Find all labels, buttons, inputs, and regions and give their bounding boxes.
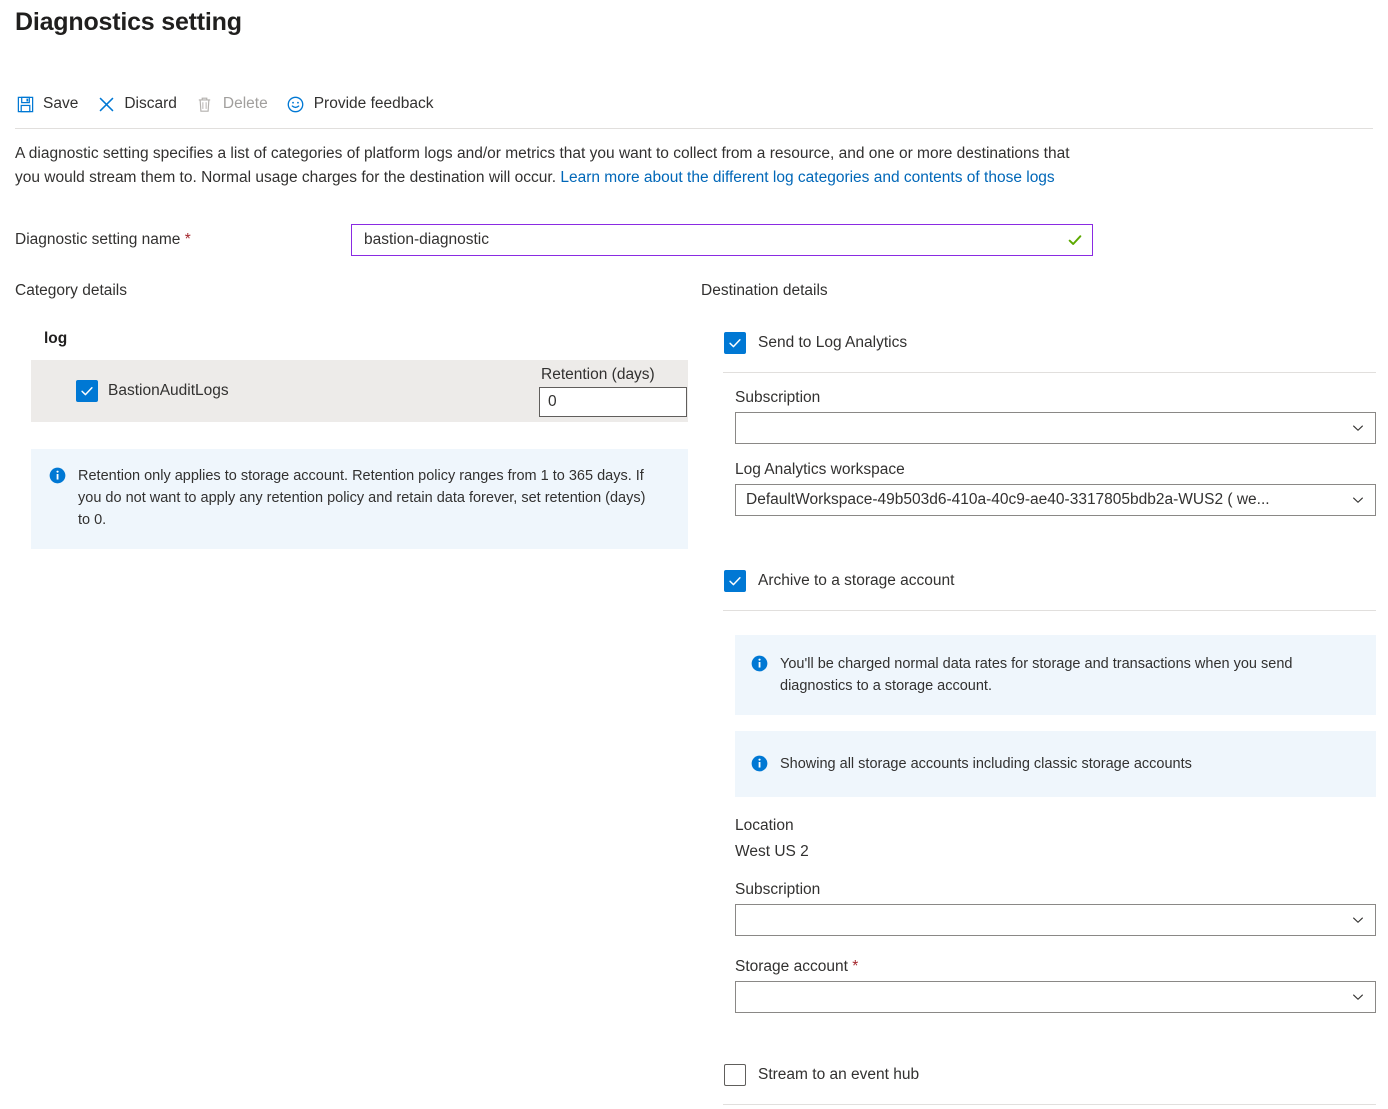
send-to-log-analytics-row[interactable]: Send to Log Analytics — [723, 328, 1376, 358]
la-workspace-label: Log Analytics workspace — [735, 461, 905, 478]
storage-showing-info-text: Showing all storage accounts including c… — [780, 756, 1192, 772]
storage-location-label: Location — [735, 817, 794, 834]
info-icon — [751, 655, 768, 672]
delete-icon — [195, 94, 215, 114]
storage-subscription-label: Subscription — [735, 881, 821, 898]
send-to-log-analytics-checkbox[interactable] — [724, 332, 746, 354]
storage-showing-info-box: Showing all storage accounts including c… — [735, 731, 1376, 797]
destination-details-panel: Send to Log Analytics Subscription Log A… — [723, 328, 1376, 1105]
la-subscription-label: Subscription — [735, 389, 821, 406]
category-group-title: log — [44, 330, 68, 347]
feedback-icon — [286, 94, 306, 114]
retention-days-header: Retention (days) — [541, 365, 655, 383]
discard-icon — [96, 94, 116, 114]
command-bar: Save Discard Delete Provide feedback — [15, 88, 451, 120]
provide-feedback-button[interactable]: Provide feedback — [286, 88, 434, 120]
log-analytics-divider — [723, 372, 1376, 373]
la-subscription-group: Subscription — [735, 389, 1376, 444]
toolbar-divider — [15, 128, 1373, 129]
la-subscription-select[interactable] — [735, 412, 1376, 444]
table-row: BastionAuditLogs Retention (days) — [31, 360, 688, 422]
discard-label: Discard — [124, 95, 177, 112]
event-hub-divider — [723, 1104, 1376, 1105]
category-details-panel: log BastionAuditLogs Retention (days) — [31, 330, 688, 422]
delete-label: Delete — [222, 95, 268, 112]
storage-subscription-group: Subscription — [735, 881, 1376, 936]
storage-location-group: Location West US 2 — [735, 817, 1376, 861]
retention-days-input[interactable] — [539, 386, 687, 417]
storage-account-group: Storage account * — [735, 958, 1376, 1013]
storage-charges-info-box: You'll be charged normal data rates for … — [735, 635, 1376, 715]
destination-details-heading: Destination details — [701, 282, 828, 299]
required-asterisk: * — [852, 958, 859, 975]
chevron-down-icon — [1351, 990, 1365, 1004]
la-workspace-group: Log Analytics workspace DefaultWorkspace… — [735, 461, 1376, 516]
provide-feedback-label: Provide feedback — [313, 95, 434, 112]
archive-to-storage-label: Archive to a storage account — [758, 572, 955, 589]
storage-account-label: Storage account * — [735, 958, 1376, 976]
required-asterisk: * — [184, 231, 191, 248]
retention-info-box: Retention only applies to storage accoun… — [31, 449, 688, 549]
storage-account-select[interactable] — [735, 981, 1376, 1013]
retention-block: Retention (days) — [539, 360, 687, 422]
diagnostic-setting-name-label-text: Diagnostic setting name — [15, 231, 181, 248]
diagnostic-setting-name-row: Diagnostic setting name * — [15, 224, 1105, 256]
category-details-heading: Category details — [15, 282, 128, 299]
storage-subscription-select[interactable] — [735, 904, 1376, 936]
discard-button[interactable]: Discard — [96, 88, 177, 120]
stream-to-event-hub-label: Stream to an event hub — [758, 1066, 920, 1083]
diagnostic-setting-name-input-wrap — [351, 224, 1093, 256]
diagnostic-setting-name-label: Diagnostic setting name * — [15, 231, 351, 249]
info-icon — [49, 467, 66, 484]
category-row-label: BastionAuditLogs — [108, 382, 229, 399]
bastion-audit-logs-checkbox[interactable] — [76, 380, 98, 402]
storage-location-value: West US 2 — [735, 843, 809, 860]
page-title: Diagnostics setting — [15, 8, 242, 36]
retention-info-text: Retention only applies to storage accoun… — [78, 468, 646, 528]
send-to-log-analytics-label: Send to Log Analytics — [758, 334, 908, 351]
storage-divider — [723, 610, 1376, 611]
description-text: A diagnostic setting specifies a list of… — [15, 142, 1075, 189]
archive-to-storage-row[interactable]: Archive to a storage account — [723, 566, 1376, 596]
la-workspace-value: DefaultWorkspace-49b503d6-410a-40c9-ae40… — [746, 491, 1270, 508]
save-label: Save — [43, 95, 79, 112]
stream-to-event-hub-row[interactable]: Stream to an event hub — [723, 1060, 1376, 1090]
diagnostic-setting-name-input[interactable] — [352, 225, 1092, 255]
storage-account-label-text: Storage account — [735, 958, 848, 975]
archive-to-storage-checkbox[interactable] — [724, 570, 746, 592]
delete-button[interactable]: Delete — [195, 88, 268, 120]
stream-to-event-hub-checkbox[interactable] — [724, 1064, 746, 1086]
save-icon — [15, 94, 35, 114]
chevron-down-icon — [1351, 913, 1365, 927]
chevron-down-icon — [1351, 493, 1365, 507]
info-icon — [751, 755, 768, 772]
learn-more-link[interactable]: Learn more about the different log categ… — [560, 169, 1054, 186]
storage-charges-info-text: You'll be charged normal data rates for … — [780, 656, 1293, 694]
save-button[interactable]: Save — [15, 88, 78, 120]
chevron-down-icon — [1351, 421, 1365, 435]
la-workspace-select[interactable]: DefaultWorkspace-49b503d6-410a-40c9-ae40… — [735, 484, 1376, 516]
